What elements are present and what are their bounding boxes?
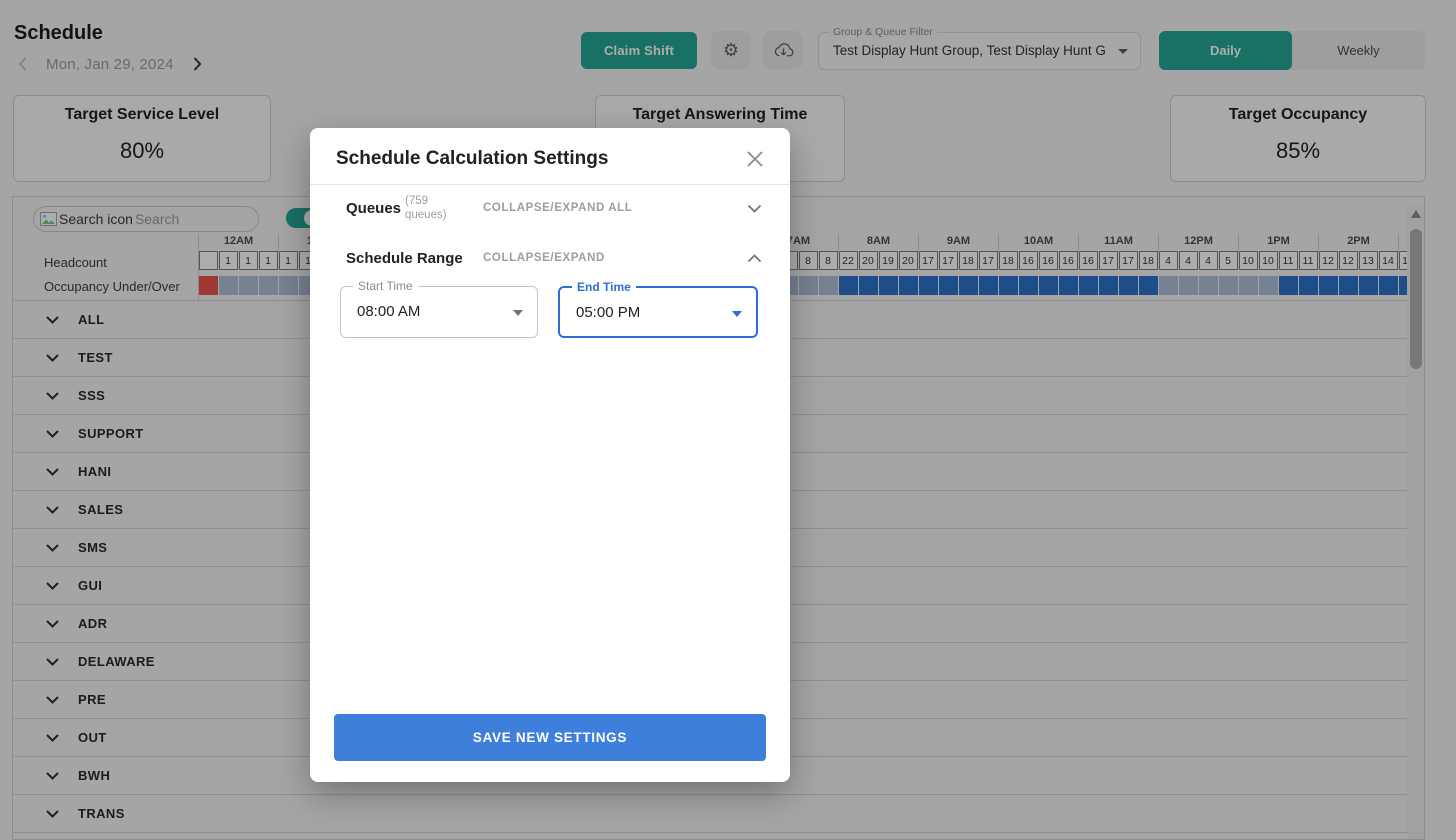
end-time-select[interactable]: End Time 05:00 PM [558,286,758,338]
save-new-settings-button[interactable]: SAVE NEW SETTINGS [334,714,766,761]
close-icon [746,150,764,168]
dropdown-arrow-icon [732,311,742,317]
chevron-down-icon [747,200,762,218]
close-dialog-button[interactable] [742,146,768,172]
queues-count: (759 queues) [405,194,459,223]
dropdown-arrow-icon [513,310,523,316]
queues-collapse-expand-action[interactable]: COLLAPSE/EXPAND ALL [483,202,632,214]
schedule-range-collapse-expand-action[interactable]: COLLAPSE/EXPAND [483,252,605,264]
start-time-select[interactable]: Start Time 08:00 AM [340,286,538,338]
schedule-range-label: Schedule Range [346,250,463,267]
schedule-calculation-settings-dialog: Schedule Calculation Settings Queues (75… [310,128,790,782]
chevron-up-icon [747,250,762,268]
divider [310,184,790,185]
end-time-value: 05:00 PM [576,288,640,338]
start-time-value: 08:00 AM [357,287,420,337]
dialog-title: Schedule Calculation Settings [336,148,608,170]
queues-section-header[interactable]: Queues (759 queues) COLLAPSE/EXPAND ALL [310,200,790,240]
queues-section-label: Queues [346,200,401,217]
schedule-range-section-header[interactable]: Schedule Range COLLAPSE/EXPAND [310,250,790,280]
